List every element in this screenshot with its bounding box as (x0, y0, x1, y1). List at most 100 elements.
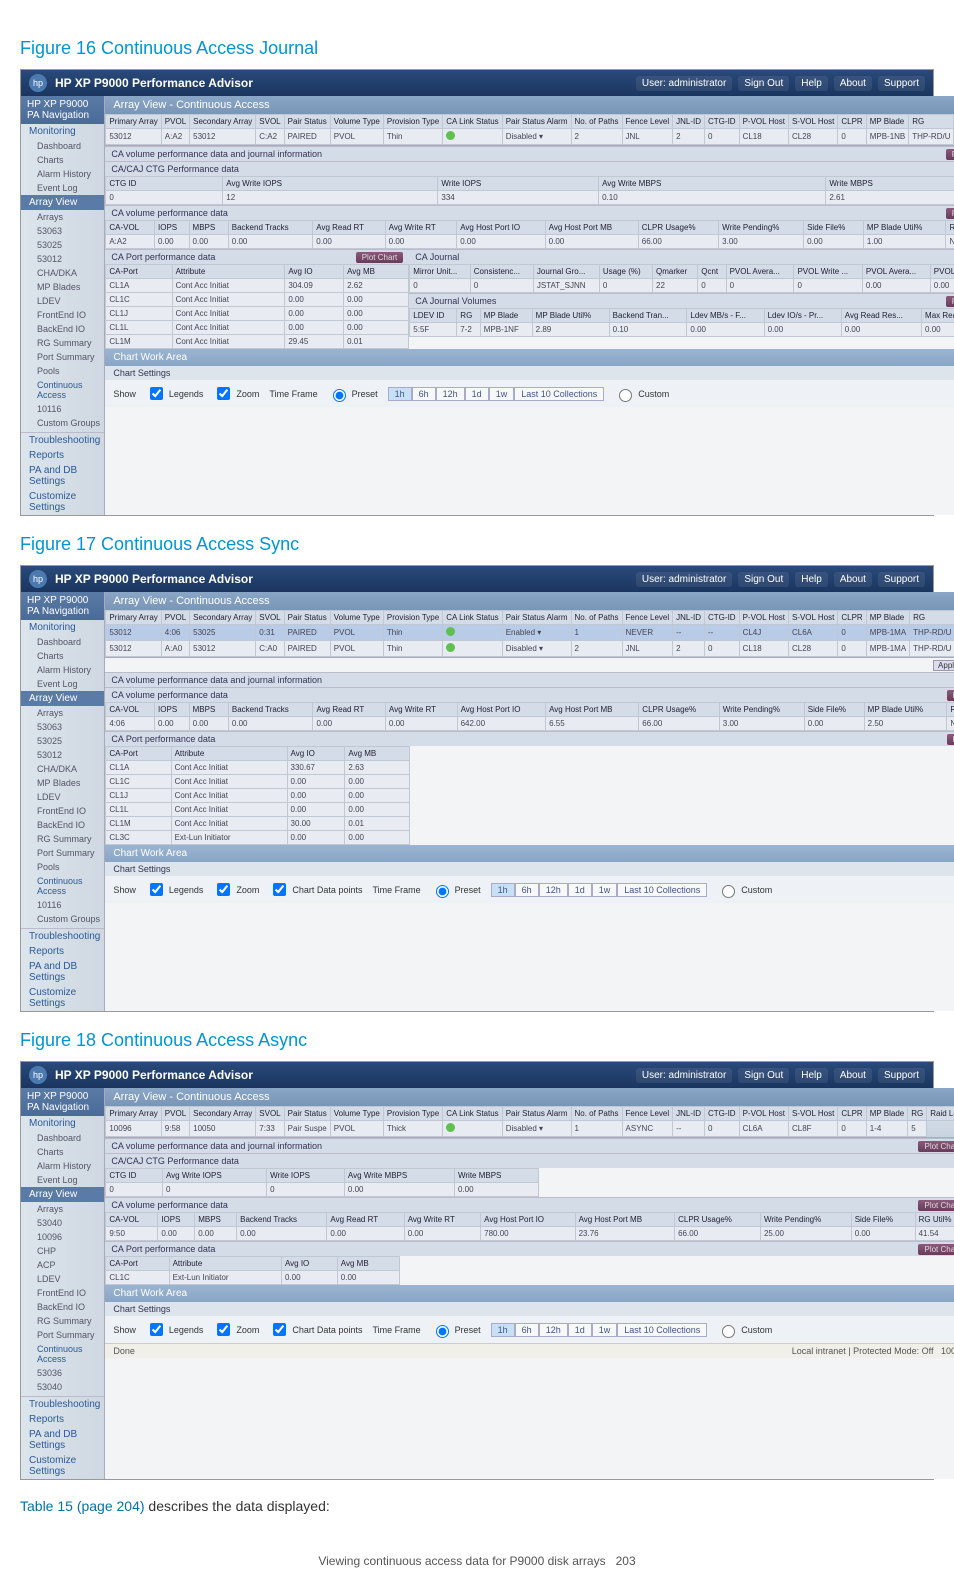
signout-link[interactable]: Sign Out (738, 572, 789, 587)
nav-pa-db[interactable]: PA and DB Settings (21, 1427, 104, 1453)
tree-pools[interactable]: Pools (21, 364, 104, 378)
tf-last10[interactable]: Last 10 Collections (514, 387, 604, 401)
tf-last10[interactable]: Last 10 Collections (617, 1323, 707, 1337)
nav-customize[interactable]: Customize Settings (21, 985, 104, 1011)
tree-rg[interactable]: RG Summary (21, 832, 104, 846)
plot-chart-button[interactable]: Plot Chart (918, 1244, 954, 1255)
tree-cha[interactable]: CHA/DKA (21, 266, 104, 280)
zoom-checkbox[interactable]: Zoom (213, 1320, 259, 1339)
chart-settings-header[interactable]: Chart Settings (105, 1302, 954, 1316)
tree-port[interactable]: Port Summary (21, 350, 104, 364)
tree-chp[interactable]: CHP (21, 1244, 104, 1258)
plot-chart-button[interactable]: Plot Chart (947, 690, 954, 701)
tree-arrays[interactable]: Arrays (21, 706, 104, 720)
tree-frontend[interactable]: FrontEnd IO (21, 308, 104, 322)
chart-data-points-checkbox[interactable]: Chart Data points (269, 1320, 362, 1339)
nav-array-view[interactable]: Array View (21, 1187, 104, 1202)
tree-53012[interactable]: 53012 (21, 252, 104, 266)
tf-6h[interactable]: 6h (515, 1323, 539, 1337)
tree-port[interactable]: Port Summary (21, 1328, 104, 1342)
nav-event-log[interactable]: Event Log (21, 677, 104, 691)
tree-ldev[interactable]: LDEV (21, 294, 104, 308)
tree-be[interactable]: BackEnd IO (21, 818, 104, 832)
tree-53036[interactable]: 53036 (21, 1366, 104, 1380)
tf-1w[interactable]: 1w (489, 387, 515, 401)
tf-1w[interactable]: 1w (592, 883, 618, 897)
nav-customize[interactable]: Customize Settings (21, 1453, 104, 1479)
tree-53040b[interactable]: 53040 (21, 1380, 104, 1394)
tree-53012[interactable]: 53012 (21, 748, 104, 762)
tf-12h[interactable]: 12h (539, 883, 568, 897)
tree-ldev[interactable]: LDEV (21, 1272, 104, 1286)
nav-charts[interactable]: Charts (21, 649, 104, 663)
help-link[interactable]: Help (795, 76, 828, 91)
nav-monitoring[interactable]: Monitoring (21, 620, 104, 635)
nav-dashboard[interactable]: Dashboard (21, 1131, 104, 1145)
tf-6h[interactable]: 6h (515, 883, 539, 897)
nav-pa-db[interactable]: PA and DB Settings (21, 463, 104, 489)
nav-pa-db[interactable]: PA and DB Settings (21, 959, 104, 985)
nav-customize[interactable]: Customize Settings (21, 489, 104, 515)
tree-10096[interactable]: 10096 (21, 1230, 104, 1244)
nav-reports[interactable]: Reports (21, 448, 104, 463)
tree-ldev[interactable]: LDEV (21, 790, 104, 804)
tree-ca[interactable]: Continuous Access (21, 1342, 104, 1366)
tree-pools[interactable]: Pools (21, 860, 104, 874)
tree-custom[interactable]: Custom Groups (21, 416, 104, 430)
preset-radio[interactable]: Preset (431, 1322, 481, 1338)
tf-1d[interactable]: 1d (568, 883, 592, 897)
nav-troubleshooting[interactable]: Troubleshooting (21, 929, 104, 944)
preset-radio[interactable]: Preset (328, 386, 378, 402)
nav-charts[interactable]: Charts (21, 1145, 104, 1159)
chart-settings-header[interactable]: Chart Settings (105, 366, 954, 380)
about-link[interactable]: About (834, 76, 872, 91)
tree-acp[interactable]: ACP (21, 1258, 104, 1272)
tf-1w[interactable]: 1w (592, 1323, 618, 1337)
zoom-checkbox[interactable]: Zoom (213, 880, 259, 899)
tree-arrays[interactable]: Arrays (21, 1202, 104, 1216)
legends-checkbox[interactable]: Legends (146, 384, 204, 403)
support-link[interactable]: Support (878, 76, 925, 91)
tree-be[interactable]: BackEnd IO (21, 1300, 104, 1314)
plot-chart-button[interactable]: Plot Chart (918, 1200, 954, 1211)
tf-12h[interactable]: 12h (539, 1323, 568, 1337)
plot-chart-button[interactable]: Plot Chart (946, 208, 954, 219)
nav-alarm-history[interactable]: Alarm History (21, 663, 104, 677)
tree-10116[interactable]: 10116 (21, 402, 104, 416)
nav-charts[interactable]: Charts (21, 153, 104, 167)
chart-data-points-checkbox[interactable]: Chart Data points (269, 880, 362, 899)
tree-10116[interactable]: 10116 (21, 898, 104, 912)
tree-ca[interactable]: Continuous Access (21, 378, 104, 402)
plot-chart-button[interactable]: Plot Chart (918, 1141, 954, 1152)
tree-backend[interactable]: BackEnd IO (21, 322, 104, 336)
tf-6h[interactable]: 6h (412, 387, 436, 401)
custom-radio[interactable]: Custom (717, 1322, 772, 1338)
chart-settings-header[interactable]: Chart Settings (105, 862, 954, 876)
nav-array-view[interactable]: Array View (21, 691, 104, 706)
nav-monitoring[interactable]: Monitoring (21, 124, 104, 139)
help-link[interactable]: Help (795, 1068, 828, 1083)
tree-53025[interactable]: 53025 (21, 734, 104, 748)
tf-last10[interactable]: Last 10 Collections (617, 883, 707, 897)
plot-chart-button[interactable]: Plot Chart (356, 252, 404, 263)
tf-1h[interactable]: 1h (491, 883, 515, 897)
tf-12h[interactable]: 12h (436, 387, 465, 401)
nav-reports[interactable]: Reports (21, 1412, 104, 1427)
tree-fe[interactable]: FrontEnd IO (21, 804, 104, 818)
tree-custom[interactable]: Custom Groups (21, 912, 104, 926)
nav-array-view[interactable]: Array View (21, 195, 104, 210)
tf-1h[interactable]: 1h (491, 1323, 515, 1337)
apply-settings-button[interactable]: Apply Settings (933, 660, 954, 671)
custom-radio[interactable]: Custom (614, 386, 669, 402)
help-link[interactable]: Help (795, 572, 828, 587)
nav-alarm-history[interactable]: Alarm History (21, 1159, 104, 1173)
nav-reports[interactable]: Reports (21, 944, 104, 959)
tree-rg[interactable]: RG Summary (21, 1314, 104, 1328)
nav-dashboard[interactable]: Dashboard (21, 635, 104, 649)
preset-radio[interactable]: Preset (431, 882, 481, 898)
tree-53063[interactable]: 53063 (21, 224, 104, 238)
about-link[interactable]: About (834, 1068, 872, 1083)
legends-checkbox[interactable]: Legends (146, 880, 204, 899)
tree-53063[interactable]: 53063 (21, 720, 104, 734)
zoom-checkbox[interactable]: Zoom (213, 384, 259, 403)
